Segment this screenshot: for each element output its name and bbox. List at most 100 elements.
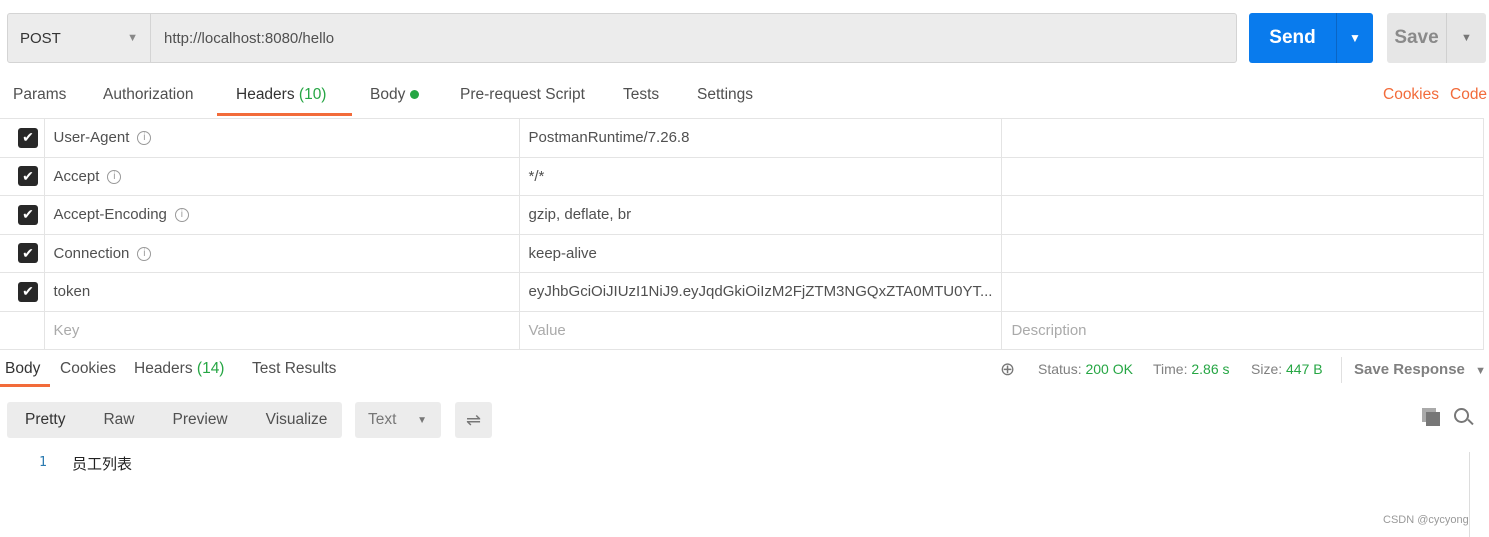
tab-authorization[interactable]: Authorization bbox=[103, 86, 193, 116]
checkbox-cell: ✔ bbox=[0, 195, 45, 235]
save-response-button[interactable]: Save Response ▼ bbox=[1354, 361, 1486, 378]
header-key[interactable]: Accept-Encoding i bbox=[43, 195, 520, 235]
send-label: Send bbox=[1249, 13, 1337, 63]
header-key[interactable]: token bbox=[43, 272, 520, 312]
info-icon[interactable]: i bbox=[137, 246, 152, 261]
view-pretty[interactable]: Pretty bbox=[7, 411, 65, 429]
response-tab-body[interactable]: Body bbox=[5, 360, 40, 378]
format-select[interactable]: Text ▼ bbox=[355, 402, 441, 438]
send-dropdown-icon[interactable]: ▼ bbox=[1337, 13, 1373, 63]
header-key-text: token bbox=[53, 283, 91, 301]
wrap-lines-icon[interactable]: ⇌ bbox=[455, 402, 492, 438]
method-select[interactable]: POST ▼ bbox=[8, 14, 151, 62]
header-description[interactable] bbox=[1001, 195, 1484, 235]
active-tab-indicator bbox=[217, 113, 352, 116]
info-icon[interactable]: i bbox=[174, 208, 189, 223]
tab-params[interactable]: Params bbox=[13, 86, 66, 116]
header-key-text: Accept-Encoding bbox=[53, 206, 167, 224]
time-value: 2.86 s bbox=[1191, 361, 1230, 377]
header-value[interactable]: gzip, deflate, br bbox=[518, 195, 1003, 235]
checkbox[interactable]: ✔ bbox=[18, 127, 38, 148]
chevron-down-icon: ▼ bbox=[1475, 365, 1486, 377]
value-input[interactable]: Value bbox=[518, 310, 1003, 350]
tab-body[interactable]: Body bbox=[370, 86, 419, 116]
status-label: Status: bbox=[1038, 361, 1082, 377]
header-key-text: Connection bbox=[53, 244, 130, 262]
header-description[interactable] bbox=[1001, 118, 1484, 158]
header-description[interactable] bbox=[1001, 272, 1484, 312]
response-body-line: 员工列表 bbox=[72, 456, 133, 473]
header-value[interactable]: keep-alive bbox=[518, 233, 1003, 273]
view-visualize[interactable]: Visualize bbox=[248, 411, 328, 429]
format-value: Text bbox=[368, 411, 397, 428]
save-button[interactable]: Save ▼ bbox=[1387, 13, 1486, 63]
info-icon[interactable]: i bbox=[137, 131, 152, 146]
watermark: CSDN @cycyong bbox=[1383, 514, 1469, 526]
table-row: ✔ Accept-Encoding i gzip, deflate, br bbox=[0, 195, 1484, 235]
checkbox[interactable]: ✔ bbox=[18, 281, 38, 302]
header-value[interactable]: PostmanRuntime/7.26.8 bbox=[518, 118, 1003, 158]
info-icon[interactable]: i bbox=[107, 169, 122, 184]
response-headers-label: Headers bbox=[134, 360, 193, 377]
size-label: Size: bbox=[1251, 361, 1283, 377]
chevron-down-icon: ▼ bbox=[417, 414, 427, 426]
tab-pre-request-script[interactable]: Pre-request Script bbox=[460, 86, 585, 116]
response-tab-cookies[interactable]: Cookies bbox=[60, 360, 116, 378]
headers-table: ✔ User-Agent i PostmanRuntime/7.26.8 ✔ Ac… bbox=[0, 118, 1484, 350]
view-preview[interactable]: Preview bbox=[155, 411, 228, 429]
tab-headers[interactable]: Headers (10) bbox=[236, 86, 326, 116]
response-tab-test-results[interactable]: Test Results bbox=[252, 360, 336, 378]
line-number: 1 bbox=[39, 455, 47, 470]
table-row: ✔ token eyJhbGciOiJIUzI1NiJ9.eyJqdGkiOiI… bbox=[0, 272, 1484, 312]
tab-headers-label: Headers bbox=[236, 86, 295, 103]
table-row: ✔ Accept i */* bbox=[0, 156, 1484, 196]
table-row-new: Key Value Description bbox=[0, 310, 1484, 350]
url-bar: POST ▼ http://localhost:8080/hello bbox=[7, 13, 1237, 63]
header-description[interactable] bbox=[1001, 156, 1484, 196]
checkbox[interactable]: ✔ bbox=[18, 166, 38, 187]
time-label: Time: bbox=[1153, 361, 1188, 377]
divider bbox=[1341, 357, 1342, 383]
save-response-label: Save Response bbox=[1354, 361, 1465, 378]
checkbox[interactable]: ✔ bbox=[18, 204, 38, 225]
tab-tests[interactable]: Tests bbox=[623, 86, 659, 116]
view-raw[interactable]: Raw bbox=[85, 411, 134, 429]
code-link[interactable]: Code bbox=[1450, 86, 1487, 116]
description-input[interactable]: Description bbox=[1001, 310, 1484, 350]
save-label: Save bbox=[1387, 13, 1447, 63]
scrollbar[interactable] bbox=[1469, 452, 1470, 537]
globe-icon[interactable]: ⊕ bbox=[1000, 359, 1015, 380]
header-value[interactable]: */* bbox=[518, 156, 1003, 196]
key-input[interactable]: Key bbox=[43, 310, 520, 350]
empty-checkbox-cell bbox=[0, 310, 45, 350]
table-row: ✔ Connection i keep-alive bbox=[0, 233, 1484, 273]
header-key[interactable]: Accept i bbox=[43, 156, 520, 196]
status-info: Status: 200 OK bbox=[1038, 361, 1133, 377]
copy-icon[interactable] bbox=[1422, 408, 1440, 426]
header-key-text: User-Agent bbox=[53, 129, 130, 147]
checkbox-cell: ✔ bbox=[0, 156, 45, 196]
save-dropdown-icon[interactable]: ▼ bbox=[1447, 13, 1486, 63]
checkbox-cell: ✔ bbox=[0, 118, 45, 158]
headers-count: (10) bbox=[298, 86, 327, 103]
header-description[interactable] bbox=[1001, 233, 1484, 273]
size-info: Size: 447 B bbox=[1251, 361, 1323, 377]
header-value[interactable]: eyJhbGciOiJIUzI1NiJ9.eyJqdGkiOiIzM2FjZTM… bbox=[518, 272, 1003, 312]
status-value: 200 OK bbox=[1085, 361, 1133, 377]
header-key-text: Accept bbox=[53, 167, 100, 185]
checkbox[interactable]: ✔ bbox=[18, 243, 38, 264]
response-headers-count: (14) bbox=[196, 360, 225, 377]
time-info: Time: 2.86 s bbox=[1153, 361, 1230, 377]
checkbox-cell: ✔ bbox=[0, 272, 45, 312]
search-icon[interactable] bbox=[1454, 408, 1474, 428]
url-input[interactable]: http://localhost:8080/hello bbox=[151, 14, 1236, 62]
response-active-tab-indicator bbox=[0, 384, 50, 387]
tab-settings[interactable]: Settings bbox=[697, 86, 753, 116]
header-key[interactable]: User-Agent i bbox=[43, 118, 520, 158]
chevron-down-icon: ▼ bbox=[127, 32, 138, 44]
response-tab-headers[interactable]: Headers (14) bbox=[134, 360, 224, 378]
send-button[interactable]: Send ▼ bbox=[1249, 13, 1373, 63]
header-key[interactable]: Connection i bbox=[43, 233, 520, 273]
cookies-link[interactable]: Cookies bbox=[1383, 86, 1439, 116]
table-row: ✔ User-Agent i PostmanRuntime/7.26.8 bbox=[0, 118, 1484, 158]
